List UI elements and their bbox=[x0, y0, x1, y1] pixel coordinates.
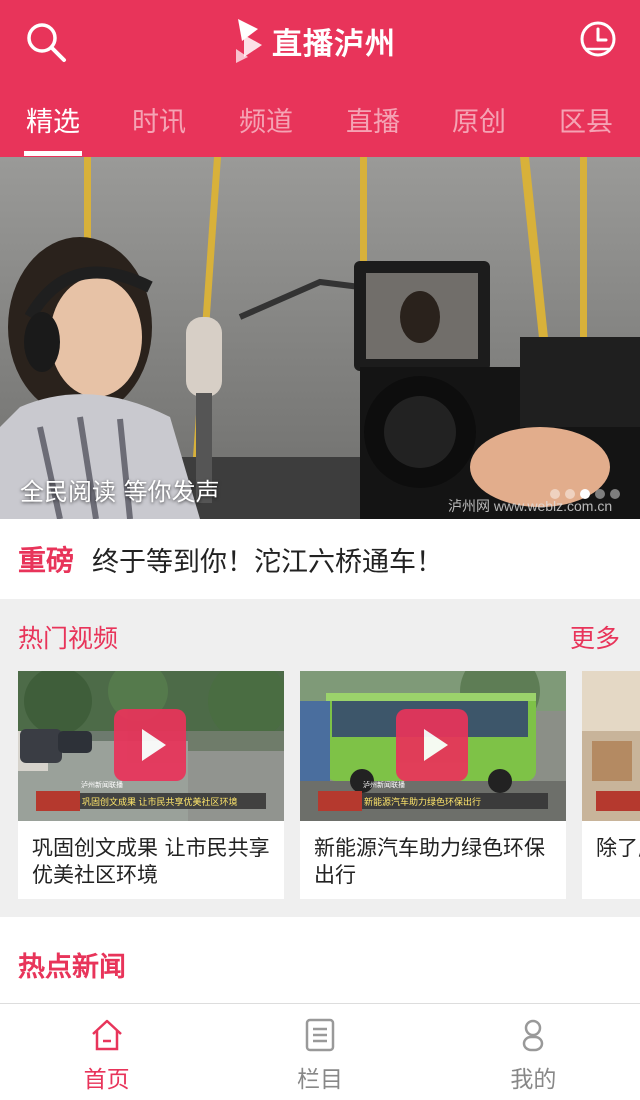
nav-home[interactable]: 首页 bbox=[0, 1004, 213, 1100]
app-screen: 直播泸州 精选 时讯 频道 直播 原创 区县 泸州网 www.weblz.com… bbox=[0, 0, 640, 1100]
headline-text: 终于等到你！沱江六桥通车！ bbox=[92, 546, 444, 578]
play-icon[interactable] bbox=[396, 709, 468, 781]
video-thumbnail: 新能源汽车助力绿色环保出行 泸州新闻联播 bbox=[300, 671, 566, 821]
category-tabs: 精选 时讯 频道 直播 原创 区县 bbox=[0, 92, 640, 157]
nav-columns-label: 栏目 bbox=[296, 1067, 343, 1093]
tab-live[interactable]: 直播 bbox=[328, 100, 418, 148]
logo-mark-icon bbox=[236, 19, 262, 63]
banner-caption: 全民阅读 等你发声 bbox=[20, 478, 220, 506]
video-channel-tag: 泸州新闻联播 bbox=[81, 780, 123, 789]
nav-home-label: 首页 bbox=[83, 1067, 130, 1093]
banner-watermark: 泸州网 www.weblz.com.cn bbox=[448, 498, 612, 514]
carousel-dot-active[interactable] bbox=[580, 489, 590, 499]
video-title: 除了应该 bbox=[596, 836, 640, 860]
tab-districts[interactable]: 区县 bbox=[541, 100, 631, 148]
nav-profile[interactable]: 我的 bbox=[427, 1004, 640, 1100]
carousel-indicator bbox=[550, 489, 620, 499]
tab-channels[interactable]: 频道 bbox=[221, 100, 311, 148]
hot-videos-title: 热门视频 bbox=[18, 624, 119, 653]
active-tab-indicator bbox=[24, 151, 82, 156]
home-icon bbox=[91, 1019, 122, 1051]
video-card[interactable]: 巩固创文成果 让市民共享优美社区环境 泸州新闻联播 巩固创文成果 让市民共享优美… bbox=[18, 671, 284, 899]
video-ticker: 新能源汽车助力绿色环保出行 bbox=[364, 796, 481, 807]
tab-news[interactable]: 时讯 bbox=[114, 100, 204, 148]
top-header: 直播泸州 精选 时讯 频道 直播 原创 区县 bbox=[0, 0, 640, 157]
carousel-dot[interactable] bbox=[610, 489, 620, 499]
video-card[interactable]: 新能源汽车助力绿色环保出行 泸州新闻联播 新能源汽车助力绿色环保出行 bbox=[300, 671, 566, 899]
video-title: 巩固创文成果 让市民共享优美社区环境 bbox=[32, 836, 270, 887]
hot-videos-section: 热门视频 更多 巩固创文成果 让市民共享优美社区环境 泸州新闻联播 巩固创文成果… bbox=[0, 599, 640, 917]
carousel-dot[interactable] bbox=[595, 489, 605, 499]
user-icon bbox=[523, 1019, 544, 1052]
headline-badge: 重磅 bbox=[18, 544, 75, 577]
banner-image: 泸州网 www.weblz.com.cn bbox=[0, 157, 640, 519]
more-videos-link[interactable]: 更多 bbox=[570, 619, 620, 655]
nav-profile-label: 我的 bbox=[510, 1067, 557, 1093]
video-thumbnail bbox=[582, 671, 640, 821]
video-thumbnail: 巩固创文成果 让市民共享优美社区环境 泸州新闻联播 bbox=[18, 671, 284, 821]
hot-news-title: 热点新闻 bbox=[18, 952, 126, 983]
list-icon bbox=[305, 1018, 335, 1052]
carousel-dot[interactable] bbox=[565, 489, 575, 499]
app-logo: 直播泸州 bbox=[232, 16, 396, 66]
tab-featured[interactable]: 精选 bbox=[8, 100, 98, 148]
video-channel-tag: 泸州新闻联播 bbox=[363, 780, 405, 789]
video-card[interactable]: 除了应该 bbox=[582, 671, 640, 899]
video-title: 新能源汽车助力绿色环保出行 bbox=[314, 836, 545, 887]
carousel-dot[interactable] bbox=[550, 489, 560, 499]
bottom-navigation: 首页 栏目 我的 bbox=[0, 1003, 640, 1100]
banner-carousel[interactable]: 泸州网 www.weblz.com.cn 全民阅读 等你发声 bbox=[0, 157, 640, 519]
headline-news[interactable]: 重磅 终于等到你！沱江六桥通车！ bbox=[0, 519, 640, 599]
video-ticker: 巩固创文成果 让市民共享优美社区环境 bbox=[82, 796, 238, 807]
play-icon[interactable] bbox=[114, 709, 186, 781]
app-title: 直播泸州 bbox=[272, 27, 396, 62]
clock-icon[interactable] bbox=[578, 19, 618, 59]
tab-original[interactable]: 原创 bbox=[434, 100, 524, 148]
search-icon[interactable] bbox=[24, 20, 68, 64]
nav-columns[interactable]: 栏目 bbox=[213, 1004, 426, 1100]
